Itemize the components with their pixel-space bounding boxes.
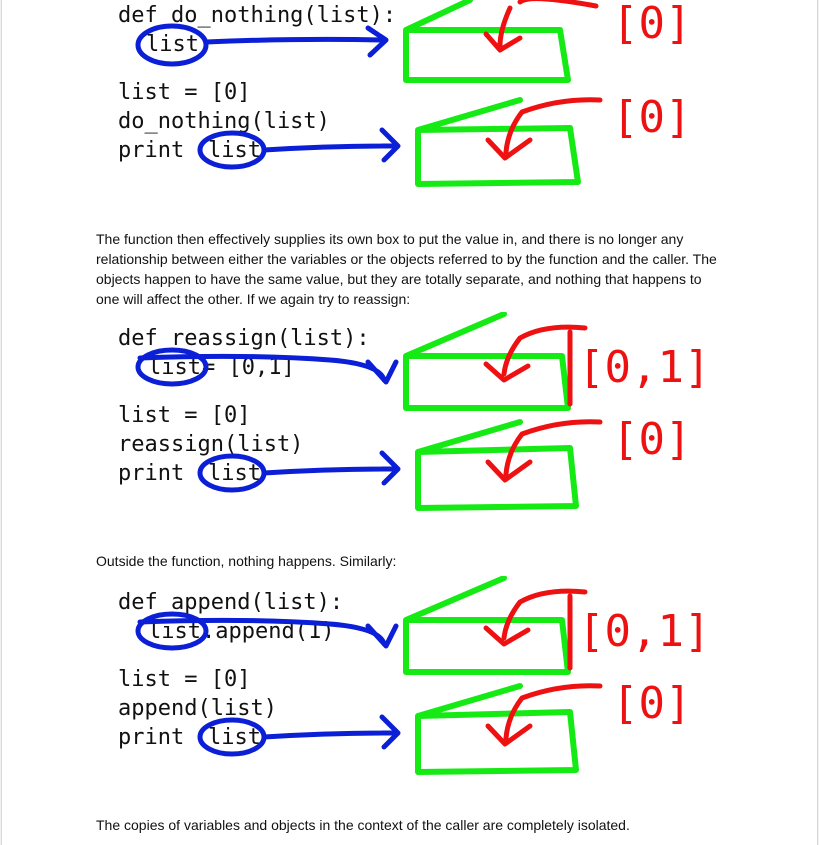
print-arg: list: [208, 461, 261, 486]
caller-value: [0]: [612, 92, 691, 143]
def-line: def reassign(list):: [118, 326, 370, 351]
print-arrow: [261, 450, 401, 486]
diagram-append: def append(list): list .append(1) list =…: [0, 576, 819, 786]
print-keyword: print: [118, 725, 184, 750]
caller-box: [415, 97, 581, 187]
assign-line: list = [0]: [118, 403, 250, 428]
assign-line: list = [0]: [118, 80, 250, 105]
caller-box: [415, 683, 579, 775]
function-value: [0,1]: [578, 342, 710, 393]
function-box: [403, 0, 571, 83]
print-arrow: [261, 714, 401, 750]
caller-value: [0]: [612, 678, 691, 729]
diagram-reassign: def reassign(list): list = [0,1] list = …: [0, 312, 819, 522]
function-value: [0]: [612, 0, 691, 49]
def-line: def append(list):: [118, 590, 343, 615]
caller-value: [0]: [612, 414, 691, 465]
call-line: do_nothing(list): [118, 109, 330, 134]
param-name: list: [146, 32, 199, 57]
print-arg: list: [208, 725, 261, 750]
print-keyword: print: [118, 138, 184, 163]
param-arrow: [203, 25, 389, 58]
caller-box: [415, 419, 579, 511]
print-arrow: [261, 127, 401, 163]
call-line: reassign(list): [118, 432, 303, 457]
paragraph-isolated: The copies of variables and objects in t…: [96, 817, 630, 833]
function-value: [0,1]: [578, 606, 710, 657]
assign-line: list = [0]: [118, 667, 250, 692]
paragraph-reassign-intro: The function then effectively supplies i…: [96, 231, 717, 307]
call-line: append(list): [118, 696, 277, 721]
paragraph-nothing-happens: Outside the function, nothing happens. S…: [96, 553, 397, 569]
def-line: def do_nothing(list):: [118, 3, 396, 28]
print-keyword: print: [118, 461, 184, 486]
function-value-arrow: [483, 0, 599, 53]
diagram-do-nothing: def do_nothing(list): list list = [0] do…: [0, 0, 819, 200]
print-arg: list: [208, 138, 261, 163]
